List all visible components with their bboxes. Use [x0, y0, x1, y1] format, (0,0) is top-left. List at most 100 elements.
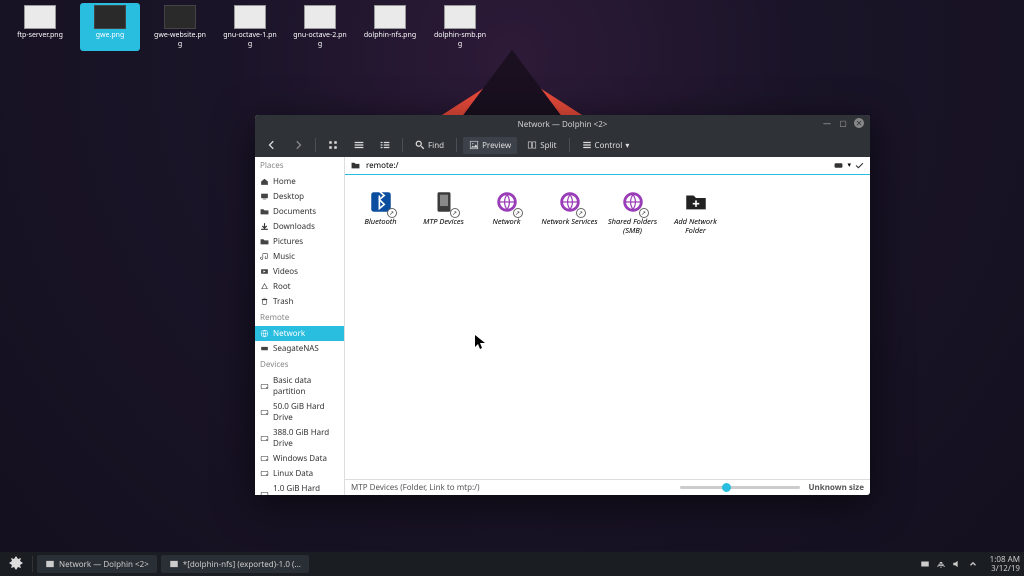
globe-icon: ↗ [494, 189, 520, 215]
bluetooth-icon: ↗ [368, 189, 394, 215]
sidebar-item-1-0-gib-hard-drive[interactable]: 1.0 GiB Hard Drive [255, 481, 344, 495]
sidebar-item-home[interactable]: Home [255, 174, 344, 189]
sidebar-item-linux-data[interactable]: Linux Data [255, 466, 344, 481]
cursor-icon [475, 335, 487, 351]
taskbar: Network — Dolphin <2> *[dolphin-nfs] (exp… [0, 552, 1024, 576]
sidebar-item-388-0-gib-hard-drive[interactable]: 388.0 GiB Hard Drive [255, 425, 344, 451]
find-button[interactable]: Find [409, 137, 450, 154]
sidebar-item-music[interactable]: Music [255, 249, 344, 264]
sidebar-item-label: Root [273, 281, 291, 292]
sidebar-item-50-0-gib-hard-drive[interactable]: 50.0 GiB Hard Drive [255, 399, 344, 425]
sidebar-item-label: Videos [273, 266, 298, 277]
sidebar-item-label: Downloads [273, 221, 315, 232]
item-label: Network [493, 218, 521, 227]
preview-button[interactable]: Preview [463, 137, 517, 154]
file-label: ftp-server.png [17, 31, 63, 40]
sidebar-item-label: 1.0 GiB Hard Drive [273, 483, 339, 495]
sidebar-item-network[interactable]: Network [255, 326, 344, 341]
taskbar-task[interactable]: *[dolphin-nfs] (exported)-1.0 (... [161, 555, 309, 573]
sidebar-item-label: Trash [273, 296, 293, 307]
folder-view[interactable]: ↗Bluetooth↗MTP Devices↗Network↗Network S… [345, 175, 870, 479]
sidebar-item-trash[interactable]: Trash [255, 294, 344, 309]
places-panel: PlacesHome Desktop Documents Downloads Pictu… [255, 157, 345, 495]
network-item-bluetooth[interactable]: ↗ Bluetooth [349, 185, 412, 240]
desktop-icons: ftp-server.png gwe.png gwe-website.png gnu-… [10, 3, 490, 51]
add-folder-icon [683, 189, 709, 215]
details-view-button[interactable] [374, 137, 396, 153]
compact-view-button[interactable] [348, 137, 370, 153]
sidebar-item-label: Windows Data [273, 453, 327, 464]
file-thumbnail [374, 5, 406, 29]
chevron-down-icon: ▾ [625, 140, 629, 151]
taskbar-task[interactable]: Network — Dolphin <2> [37, 555, 157, 573]
accept-icon[interactable] [855, 161, 864, 170]
clock[interactable]: 1:08 AM 3/12/19 [990, 555, 1020, 573]
forward-button[interactable] [287, 137, 309, 153]
status-text: MTP Devices (Folder, Link to mtp:/) [351, 482, 480, 493]
desktop-icon[interactable]: ftp-server.png [10, 3, 70, 51]
sidebar-item-label: Basic data partition [273, 375, 339, 397]
sidebar-item-root[interactable]: Root [255, 279, 344, 294]
file-label: gwe-website.png [152, 31, 208, 49]
split-button[interactable]: Split [521, 137, 562, 154]
network-item-add-network-folder[interactable]: Add Network Folder [664, 185, 727, 240]
window-title: Network — Dolphin <2> [518, 119, 608, 130]
sidebar-item-basic-data-partition[interactable]: Basic data partition [255, 373, 344, 399]
file-label: gnu-octave-1.png [222, 31, 278, 49]
sidebar-item-label: Desktop [273, 191, 304, 202]
folder-icon [351, 161, 360, 170]
task-icon [169, 559, 179, 569]
sidebar-section-header: Places [255, 157, 344, 174]
sidebar-section-header: Devices [255, 356, 344, 373]
file-thumbnail [94, 5, 126, 29]
desktop-icon[interactable]: gnu-octave-1.png [220, 3, 280, 51]
desktop-icon[interactable]: gnu-octave-2.png [290, 3, 350, 51]
dropdown-icon[interactable]: ▾ [847, 161, 851, 170]
status-bar: MTP Devices (Folder, Link to mtp:/) Unkn… [345, 479, 870, 495]
desktop-icon[interactable]: gwe-website.png [150, 3, 210, 51]
desktop-icon[interactable]: dolphin-nfs.png [360, 3, 420, 51]
tray-icon[interactable] [920, 559, 930, 569]
icons-view-button[interactable] [322, 137, 344, 153]
status-size: Unknown size [808, 482, 864, 493]
back-button[interactable] [261, 137, 283, 153]
sidebar-item-label: Linux Data [273, 468, 313, 479]
sidebar-item-seagatenas[interactable]: SeagateNAS [255, 341, 344, 356]
network-tray-icon[interactable] [936, 559, 946, 569]
volume-tray-icon[interactable] [952, 559, 962, 569]
desktop-icon[interactable]: gwe.png [80, 3, 140, 51]
toolbar: Find Preview Split Control ▾ [255, 133, 870, 157]
location-input[interactable] [364, 158, 830, 173]
tray-up-icon[interactable] [968, 559, 978, 569]
file-label: dolphin-nfs.png [364, 31, 416, 40]
minimize-button[interactable]: — [822, 118, 832, 128]
start-button[interactable] [4, 554, 28, 574]
network-item-mtp-devices[interactable]: ↗MTP Devices [412, 185, 475, 240]
network-item-network[interactable]: ↗Network [475, 185, 538, 240]
sidebar-item-label: SeagateNAS [273, 343, 319, 354]
file-label: gwe.png [96, 31, 125, 40]
titlebar[interactable]: Network — Dolphin <2> — ▢ ✕ [255, 115, 870, 133]
sidebar-item-label: 50.0 GiB Hard Drive [273, 401, 339, 423]
file-thumbnail [304, 5, 336, 29]
desktop-icon[interactable]: dolphin-smb.png [430, 3, 490, 51]
sidebar-item-downloads[interactable]: Downloads [255, 219, 344, 234]
close-button[interactable]: ✕ [854, 118, 864, 128]
clear-icon[interactable] [834, 161, 843, 170]
network-item-shared-folders-smb-[interactable]: ↗Shared Folders (SMB) [601, 185, 664, 240]
control-button[interactable]: Control ▾ [576, 137, 636, 154]
file-thumbnail [164, 5, 196, 29]
task-label: *[dolphin-nfs] (exported)-1.0 (... [183, 559, 301, 570]
maximize-button[interactable]: ▢ [838, 118, 848, 128]
sidebar-item-pictures[interactable]: Pictures [255, 234, 344, 249]
zoom-slider[interactable] [680, 486, 800, 489]
network-item-network-services[interactable]: ↗Network Services [538, 185, 601, 240]
sidebar-item-documents[interactable]: Documents [255, 204, 344, 219]
sidebar-item-windows-data[interactable]: Windows Data [255, 451, 344, 466]
item-label: Bluetooth [364, 218, 396, 227]
sidebar-item-videos[interactable]: Videos [255, 264, 344, 279]
item-label: Network Services [541, 218, 597, 227]
sidebar-item-desktop[interactable]: Desktop [255, 189, 344, 204]
task-label: Network — Dolphin <2> [59, 559, 149, 570]
link-badge-icon: ↗ [513, 208, 523, 218]
